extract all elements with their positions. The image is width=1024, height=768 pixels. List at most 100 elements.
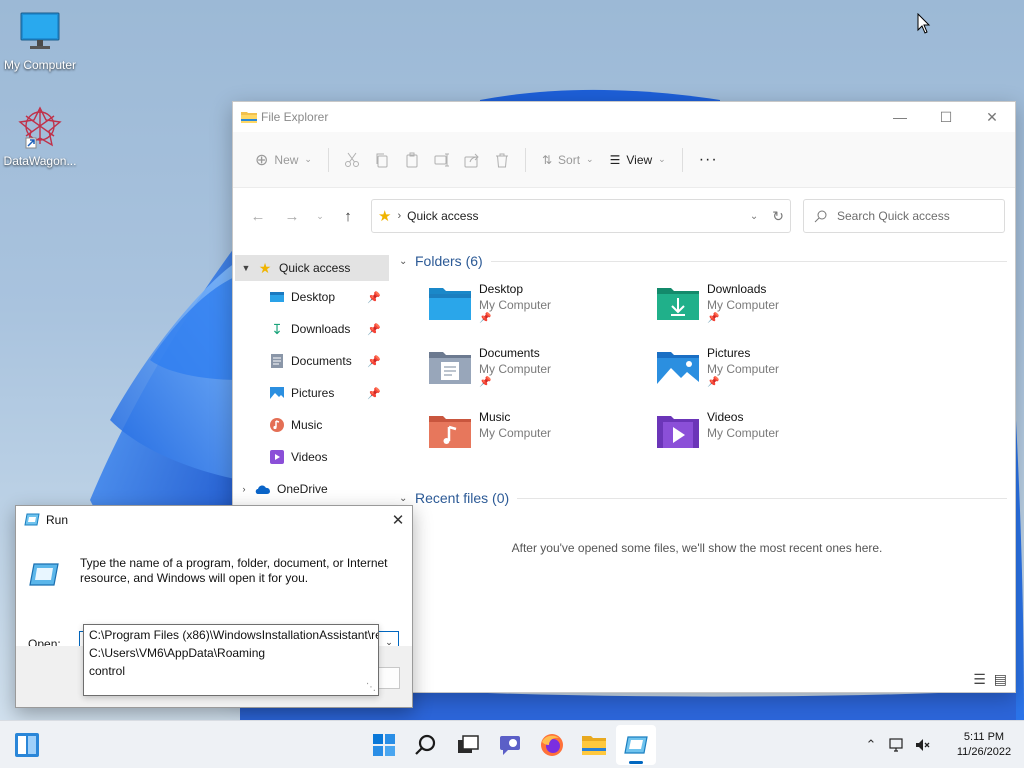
autocomplete-item[interactable]: C:\Users\VM6\AppData\Roaming <box>84 644 378 662</box>
back-button[interactable]: ← <box>241 200 275 232</box>
chevron-right-icon[interactable]: › <box>233 484 255 494</box>
address-row: ← → ⌄ ↑ ★ › Quick access ⌄ ↻ <box>233 188 1015 244</box>
taskbar-search-button[interactable] <box>406 725 446 765</box>
address-bar[interactable]: ★ › Quick access ⌄ ↻ <box>371 199 791 233</box>
task-view-icon <box>458 735 479 753</box>
recent-locations-button[interactable]: ⌄ <box>309 200 331 232</box>
task-view-button[interactable] <box>448 725 488 765</box>
cut-icon[interactable] <box>337 144 367 176</box>
autocomplete-list: C:\Program Files (x86)\WindowsInstallati… <box>83 624 379 696</box>
chevron-down-icon[interactable]: ⌄ <box>750 211 758 222</box>
maximize-button[interactable]: ☐ <box>923 102 969 132</box>
run-taskbar-button[interactable] <box>616 725 656 765</box>
chevron-down-icon: ⌄ <box>586 154 594 164</box>
delete-icon[interactable] <box>487 144 517 176</box>
nav-item-desktop[interactable]: Desktop 📌 <box>233 281 391 313</box>
chevron-up-icon[interactable]: ⌃ <box>858 737 884 753</box>
search-icon <box>415 734 436 755</box>
recent-files-section-header[interactable]: ⌄ Recent files (0) <box>399 485 1015 511</box>
nav-item-videos[interactable]: Videos <box>233 441 391 473</box>
pin-icon: 📌 <box>367 291 381 304</box>
nav-item-downloads[interactable]: ↧ Downloads 📌 <box>233 313 391 345</box>
firefox-icon <box>541 734 563 756</box>
nav-item-documents[interactable]: Documents 📌 <box>233 345 391 377</box>
refresh-icon[interactable]: ↻ <box>772 208 784 225</box>
close-button[interactable]: ✕ <box>384 506 412 534</box>
documents-folder-icon <box>427 346 475 390</box>
breadcrumb[interactable]: Quick access <box>407 209 478 223</box>
minimize-button[interactable]: — <box>877 102 923 132</box>
folder-tile-music[interactable]: Music My Computer <box>427 402 655 466</box>
pictures-icon <box>269 385 285 401</box>
more-options-button[interactable]: ··· <box>691 144 726 176</box>
nav-item-quick-access[interactable]: ▼ ★ Quick access <box>235 255 389 281</box>
pin-icon: 📌 <box>479 377 492 388</box>
folder-name: Videos <box>707 410 744 424</box>
nav-item-label: Documents <box>291 354 352 368</box>
nav-item-label: Downloads <box>291 322 351 336</box>
title-bar[interactable]: File Explorer — ☐ ✕ <box>233 102 1015 132</box>
details-view-icon[interactable]: ☰ <box>973 671 986 688</box>
folder-tile-downloads[interactable]: Downloads My Computer 📌 <box>655 274 883 338</box>
clock-time: 5:11 PM <box>963 731 1005 743</box>
firefox-button[interactable] <box>532 725 572 765</box>
view-button[interactable]: ☰ View ⌄ <box>602 144 674 176</box>
autocomplete-item[interactable]: C:\Program Files (x86)\WindowsInstallati… <box>84 626 378 644</box>
search-box[interactable] <box>803 199 1005 233</box>
pin-icon: 📌 <box>707 377 720 388</box>
widgets-icon[interactable] <box>14 732 40 758</box>
resize-grip-icon[interactable]: ⋱ <box>366 682 376 693</box>
divider <box>517 497 1007 499</box>
forward-button[interactable]: → <box>275 200 309 232</box>
chevron-down-icon: ⌄ <box>304 154 312 164</box>
pin-icon: 📌 <box>479 313 492 324</box>
more-icon: ··· <box>698 150 718 168</box>
breadcrumb-separator-icon: › <box>397 210 402 222</box>
copy-icon[interactable] <box>367 144 397 176</box>
clock[interactable]: 5:11 PM 11/26/2022 <box>944 730 1024 760</box>
run-title-bar[interactable]: Run ✕ <box>16 506 412 534</box>
desktop-icon-my-computer[interactable]: My Computer <box>0 8 80 72</box>
share-icon[interactable] <box>457 144 487 176</box>
run-icon <box>24 513 40 526</box>
paste-icon[interactable] <box>397 144 427 176</box>
autocomplete-item[interactable]: control <box>84 662 378 680</box>
file-explorer-button[interactable] <box>574 725 614 765</box>
start-button[interactable] <box>364 725 404 765</box>
folder-name: Desktop <box>479 282 524 296</box>
folder-name: Music <box>479 410 511 424</box>
network-icon[interactable] <box>884 738 910 752</box>
new-button[interactable]: ⊕ New ⌄ <box>247 144 320 176</box>
chevron-down-icon[interactable]: ⌄ <box>399 493 415 504</box>
close-button[interactable]: ✕ <box>969 102 1015 132</box>
folder-tile-videos[interactable]: Videos My Computer <box>655 402 883 466</box>
download-arrow-icon: ↧ <box>271 320 283 337</box>
folder-tile-documents[interactable]: Documents My Computer 📌 <box>427 338 655 402</box>
desktop-folder-icon <box>427 282 475 326</box>
videos-icon <box>269 449 285 465</box>
tiles-view-icon[interactable]: ▤ <box>994 671 1007 688</box>
nav-item-onedrive[interactable]: › OneDrive <box>233 473 391 505</box>
desktop-icon-datawagon[interactable]: DataWagon... <box>0 104 80 168</box>
rename-icon[interactable] <box>427 144 457 176</box>
nav-item-pictures[interactable]: Pictures 📌 <box>233 377 391 409</box>
up-button[interactable]: ↑ <box>331 200 365 232</box>
folder-tile-desktop[interactable]: Desktop My Computer 📌 <box>427 274 655 338</box>
command-bar: ⊕ New ⌄ ⇅ Sort ⌄ ☰ View ⌄ ··· <box>233 132 1015 188</box>
run-icon <box>624 736 648 754</box>
system-tray: ⌃ 5:11 PM 11/26/2022 <box>858 721 1024 768</box>
chat-button[interactable] <box>490 725 530 765</box>
search-input[interactable] <box>837 209 987 223</box>
folders-section-header[interactable]: ⌄ Folders (6) <box>399 248 1015 274</box>
view-label: View <box>626 152 653 167</box>
divider <box>681 147 683 172</box>
nav-item-music[interactable]: Music <box>233 409 391 441</box>
chevron-down-icon[interactable]: ▼ <box>235 263 257 273</box>
folder-tile-pictures[interactable]: Pictures My Computer 📌 <box>655 338 883 402</box>
chevron-down-icon[interactable]: ⌄ <box>399 256 415 267</box>
volume-muted-icon[interactable] <box>910 738 936 752</box>
folder-name: Documents <box>479 346 540 360</box>
sort-button[interactable]: ⇅ Sort ⌄ <box>534 144 602 176</box>
view-icon: ☰ <box>609 152 621 167</box>
plus-circle-icon: ⊕ <box>255 151 269 169</box>
